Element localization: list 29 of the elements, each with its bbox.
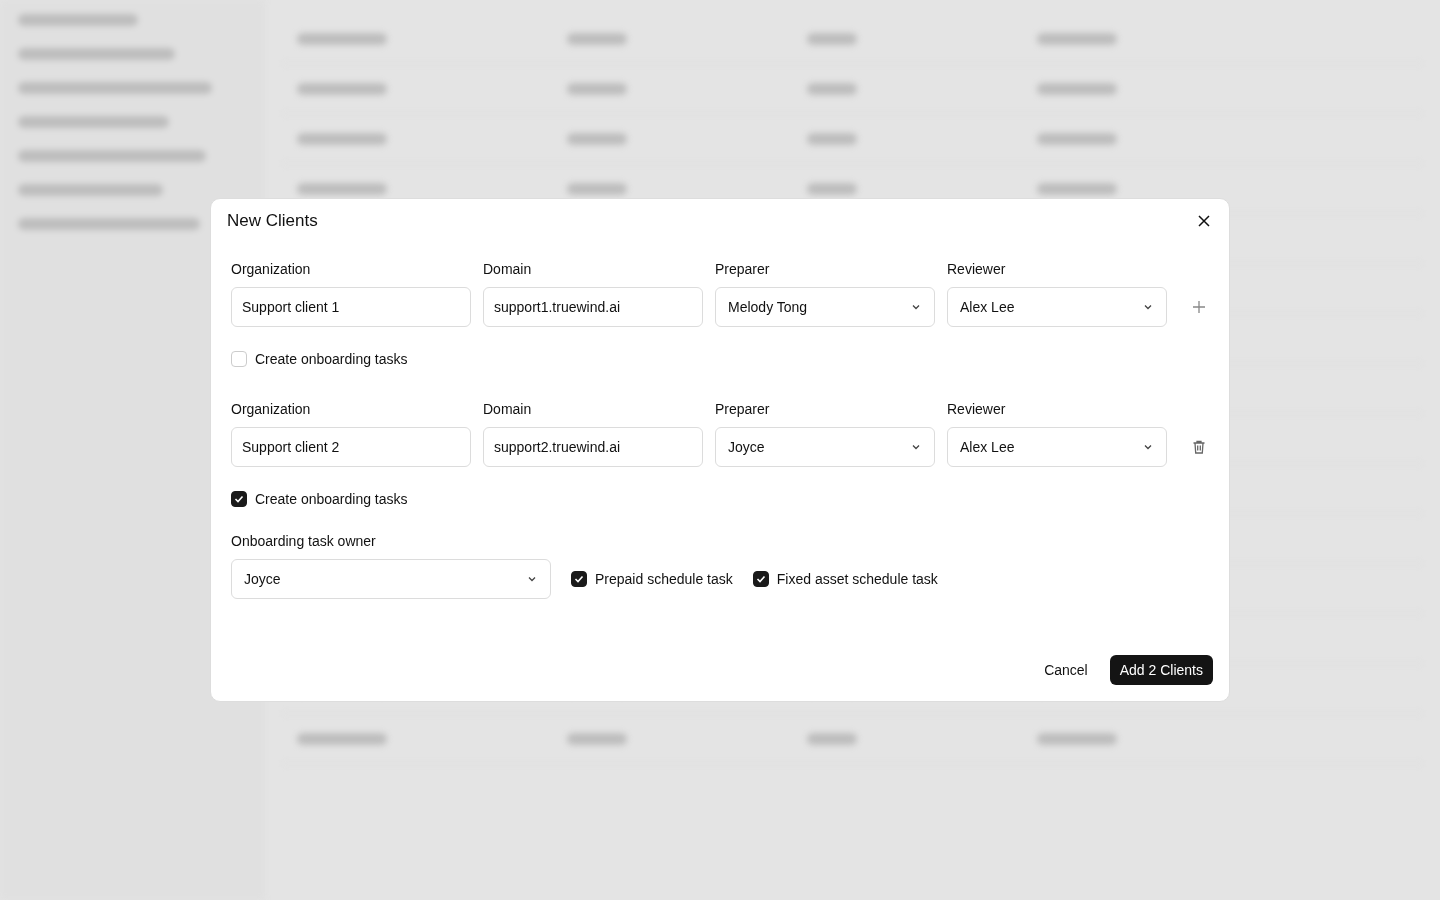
dropdown[interactable]: Joyce xyxy=(715,427,935,467)
checkbox[interactable]: Create onboarding tasks xyxy=(231,351,408,367)
text-field[interactable]: support2.truewind.ai xyxy=(483,427,703,467)
text-field[interactable]: Support client 2 xyxy=(231,427,471,467)
checkmark-icon xyxy=(234,494,244,504)
field-label: Domain xyxy=(483,261,533,277)
field-label: Organization xyxy=(231,401,312,417)
plus-icon xyxy=(1192,300,1206,314)
field-label: Reviewer xyxy=(947,261,1007,277)
trash-icon xyxy=(1191,439,1207,455)
checkmark-icon xyxy=(755,574,766,584)
checkbox[interactable]: Fixed asset schedule task xyxy=(752,571,938,587)
checkmark-icon xyxy=(574,574,584,584)
text-field[interactable]: support1.truewind.ai xyxy=(483,287,703,327)
dialog-title: New Clients xyxy=(227,211,318,231)
dropdown[interactable]: Alex Lee xyxy=(947,287,1167,327)
dropdown[interactable]: Melody Tong xyxy=(715,287,935,327)
checkbox[interactable]: Create onboarding tasks xyxy=(231,491,408,507)
dropdown[interactable]: Alex Lee xyxy=(947,427,1167,467)
field-label: Preparer xyxy=(715,401,771,417)
dropdown[interactable]: Joyce xyxy=(231,559,551,599)
field-label: Reviewer xyxy=(947,401,1007,417)
field-label: Domain xyxy=(483,401,533,417)
checkbox[interactable]: Prepaid schedule task xyxy=(571,571,733,587)
field-label: Preparer xyxy=(715,261,771,277)
field-label: Organization xyxy=(231,261,312,277)
field-label: Onboarding task owner xyxy=(231,533,377,549)
submit-button[interactable]: Add 2 Clients xyxy=(1109,655,1213,685)
text-field[interactable]: Support client 1 xyxy=(231,287,471,327)
